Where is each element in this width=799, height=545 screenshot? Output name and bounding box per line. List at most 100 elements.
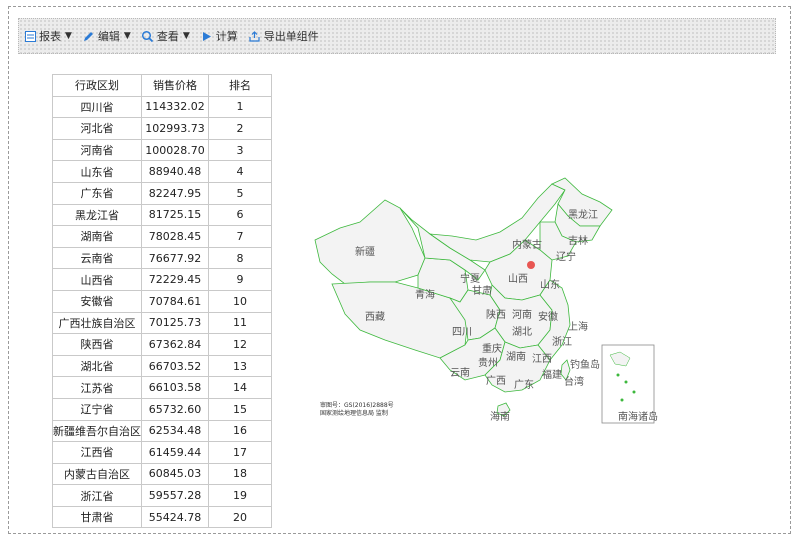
table-row: 浙江省 59557.28 19 [52, 484, 272, 507]
table-row: 河北省 102993.73 2 [52, 117, 272, 140]
cell-rank: 7 [208, 225, 272, 248]
map-label-hubei: 湖北 [512, 326, 532, 338]
cell-region: 河北省 [52, 117, 142, 140]
cell-region: 江西省 [52, 441, 142, 464]
table-header-row: 行政区划 销售价格 排名 [52, 74, 272, 97]
view-menu-button[interactable]: 查看 ▼ [141, 28, 190, 44]
cell-sales-price: 66703.52 [141, 354, 209, 378]
export-component-label: 导出单组件 [263, 30, 319, 43]
cell-sales-price: 81725.15 [141, 203, 209, 227]
cell-region: 浙江省 [52, 484, 142, 507]
cell-rank: 13 [208, 354, 272, 378]
map-highlight-marker[interactable] [527, 261, 535, 269]
cell-rank: 6 [208, 203, 272, 227]
table-row: 黑龙江省 81725.15 6 [52, 203, 272, 227]
report-menu-button[interactable]: 报表 ▼ [23, 28, 72, 44]
cell-rank: 15 [208, 397, 272, 421]
map-label-shandong: 山东 [540, 278, 560, 291]
cell-rank: 18 [208, 462, 272, 486]
table-row: 甘肃省 55424.78 20 [52, 505, 272, 529]
cell-region: 安徽省 [52, 289, 142, 313]
table-row: 河南省 100028.70 3 [52, 138, 272, 162]
map-label-anhui: 安徽 [538, 310, 558, 323]
cell-rank: 19 [208, 484, 272, 507]
cell-region: 甘肃省 [52, 505, 142, 529]
map-label-ningxia: 宁夏 [460, 272, 480, 285]
play-icon [200, 29, 214, 43]
table-row: 内蒙古自治区 60845.03 18 [52, 462, 272, 486]
cell-sales-price: 114332.02 [141, 95, 209, 119]
cell-sales-price: 67362.84 [141, 333, 209, 356]
map-label-guangdong: 广东 [514, 378, 534, 391]
map-inset-label: 南海诸岛 [618, 410, 658, 423]
table-row: 山西省 72229.45 9 [52, 268, 272, 291]
map-label-guizhou: 贵州 [478, 356, 498, 369]
table-row: 江苏省 66103.58 14 [52, 376, 272, 399]
cell-rank: 10 [208, 289, 272, 313]
cell-region: 河南省 [52, 138, 142, 162]
map-label-jiangxi: 江西 [532, 353, 552, 365]
cell-rank: 9 [208, 268, 272, 291]
cell-rank: 17 [208, 441, 272, 464]
map-label-qinghai: 青海 [415, 288, 435, 301]
map-label-shanghai: 上海 [568, 320, 588, 333]
cell-sales-price: 60845.03 [141, 462, 209, 486]
map-label-neimenggu: 内蒙古 [512, 238, 542, 251]
report-menu-label: 报表 [39, 30, 61, 43]
cell-sales-price: 102993.73 [141, 117, 209, 140]
table-row: 安徽省 70784.61 10 [52, 289, 272, 313]
table-row: 山东省 88940.48 4 [52, 160, 272, 183]
pencil-icon [82, 29, 96, 43]
map-label-sichuan: 四川 [452, 327, 472, 338]
map-label-xizang: 西藏 [365, 311, 385, 323]
chevron-down-icon: ▼ [65, 31, 72, 41]
calculate-label: 计算 [215, 30, 238, 43]
cell-sales-price: 70125.73 [141, 311, 209, 335]
map-label-xinjiang: 新疆 [355, 245, 375, 258]
cell-region: 新疆维吾尔自治区 [52, 419, 142, 443]
cell-rank: 14 [208, 376, 272, 399]
cell-region: 广东省 [52, 181, 142, 205]
map-label-yunnan: 云南 [450, 366, 470, 379]
table-row: 陕西省 67362.84 12 [52, 333, 272, 356]
cell-sales-price: 70784.61 [141, 289, 209, 313]
cell-region: 广西壮族自治区 [52, 311, 142, 335]
toolbar: 报表 ▼ 编辑 ▼ 查看 ▼ 计算 导出单组件 [18, 18, 776, 54]
map-label-shanxi: 山西 [508, 273, 528, 285]
chevron-down-icon: ▼ [123, 31, 131, 41]
report-icon [23, 29, 37, 43]
map-label-guangxi: 广西 [486, 375, 506, 387]
cell-region: 湖北省 [52, 354, 142, 378]
view-menu-label: 查看 [156, 30, 179, 43]
cell-rank: 11 [208, 311, 272, 335]
export-component-button[interactable]: 导出单组件 [248, 28, 319, 44]
calculate-button[interactable]: 计算 [200, 28, 238, 44]
table-row: 云南省 76677.92 8 [52, 246, 272, 270]
cell-sales-price: 72229.45 [141, 268, 209, 291]
table-row: 江西省 61459.44 17 [52, 441, 272, 464]
edit-menu-button[interactable]: 编辑 ▼ [82, 28, 131, 44]
search-icon [141, 29, 155, 43]
cell-rank: 16 [208, 419, 272, 443]
cell-sales-price: 66103.58 [141, 376, 209, 399]
map-label-diaoyudao: 钓鱼岛 [570, 358, 600, 371]
cell-rank: 2 [208, 117, 272, 140]
cell-region: 山东省 [52, 160, 142, 183]
map-label-shaanxi: 陕西 [486, 308, 506, 321]
map-region-xinjiang[interactable] [314, 199, 426, 285]
column-header-sales-price: 销售价格 [141, 74, 209, 97]
map-approval-note: 审图号：GS(2016)2888号 国家测绘地理信息局 监制 [320, 401, 394, 417]
cell-sales-price: 61459.44 [141, 441, 209, 464]
china-sales-map[interactable]: 新疆 西藏 青海 内蒙古 黑龙江 吉林 辽宁 宁夏 甘肃 山西 陕西 河南 山东… [300, 170, 680, 440]
map-note-line-1: 审图号：GS(2016)2888号 [320, 401, 394, 409]
column-header-region: 行政区划 [52, 74, 142, 97]
cell-sales-price: 82247.95 [141, 181, 209, 205]
export-icon [248, 29, 262, 43]
cell-region: 湖南省 [52, 225, 142, 248]
cell-sales-price: 55424.78 [141, 505, 209, 529]
edit-menu-label: 编辑 [97, 30, 120, 43]
cell-region: 云南省 [52, 246, 142, 270]
map-label-hainan: 海南 [490, 410, 510, 423]
map-label-hunan: 湖南 [506, 350, 526, 363]
cell-region: 辽宁省 [52, 397, 142, 421]
